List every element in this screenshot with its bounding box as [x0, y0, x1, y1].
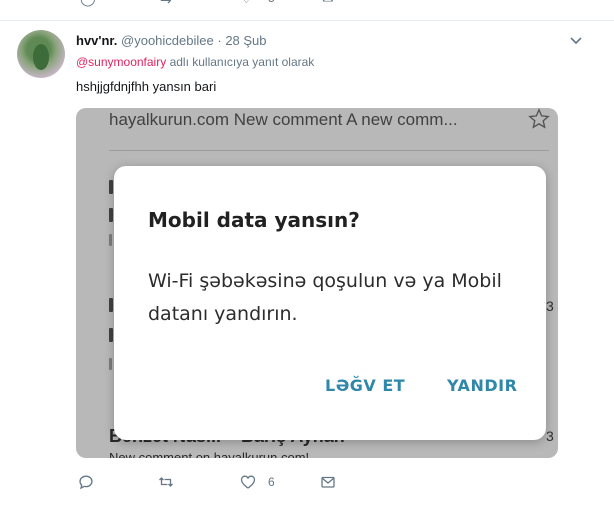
reply-mention[interactable]: @sunymoonfairy	[76, 55, 166, 69]
dialog-message: Wi-Fi şəbəkəsinə qoşulun və ya Mobil dat…	[148, 270, 502, 325]
like-button[interactable]: 6	[240, 474, 275, 490]
embedded-screenshot[interactable]: hayalkurun.com New comment A new comm...…	[76, 108, 558, 458]
retweet-icon	[159, 477, 173, 487]
separator: ·	[217, 33, 222, 48]
chevron-down-icon[interactable]	[570, 36, 582, 46]
reply-button[interactable]	[78, 474, 94, 490]
tweet-divider	[0, 20, 614, 21]
dialog-title: Mobil data yansın?	[148, 208, 360, 232]
display-name[interactable]: hvv'nr.	[76, 33, 117, 48]
previous-tweet-actions: ◯ ⇆ ♡ 5 ✉	[0, 0, 614, 10]
reply-icon	[79, 475, 93, 490]
retweet-icon[interactable]: ⇆	[160, 0, 172, 7]
tweet-header: hvv'nr. @yoohicdebilee · 28 Şub	[76, 33, 267, 48]
mobile-data-dialog: Mobil data yansın? Wi-Fi şəbəkəsinə qoşu…	[114, 166, 546, 440]
envelope-icon	[321, 476, 335, 488]
like-count: 5	[268, 0, 275, 5]
turn-on-button[interactable]: YANDIR	[447, 376, 517, 395]
direct-message-button[interactable]	[320, 474, 336, 490]
reply-context: @sunymoonfairy adlı kullanıcıya yanıt ol…	[76, 55, 314, 69]
reply-icon[interactable]: ◯	[80, 0, 96, 7]
cancel-button[interactable]: LƏĞV ET	[325, 376, 405, 395]
avatar[interactable]	[17, 30, 65, 78]
like-count: 6	[268, 475, 275, 489]
heart-icon	[240, 475, 256, 489]
tweet-date[interactable]: 28 Şub	[225, 33, 266, 48]
like-icon[interactable]: ♡	[240, 0, 253, 7]
tweet-text: hshjjgfdnjfhh yansın bari	[76, 79, 217, 94]
retweet-button[interactable]	[158, 474, 174, 490]
reply-suffix: adlı kullanıcıya yanıt olarak	[169, 55, 315, 69]
message-icon[interactable]: ✉	[322, 0, 334, 7]
tweet-actions: 6	[76, 474, 376, 494]
user-handle[interactable]: @yoohicdebilee	[121, 33, 214, 48]
